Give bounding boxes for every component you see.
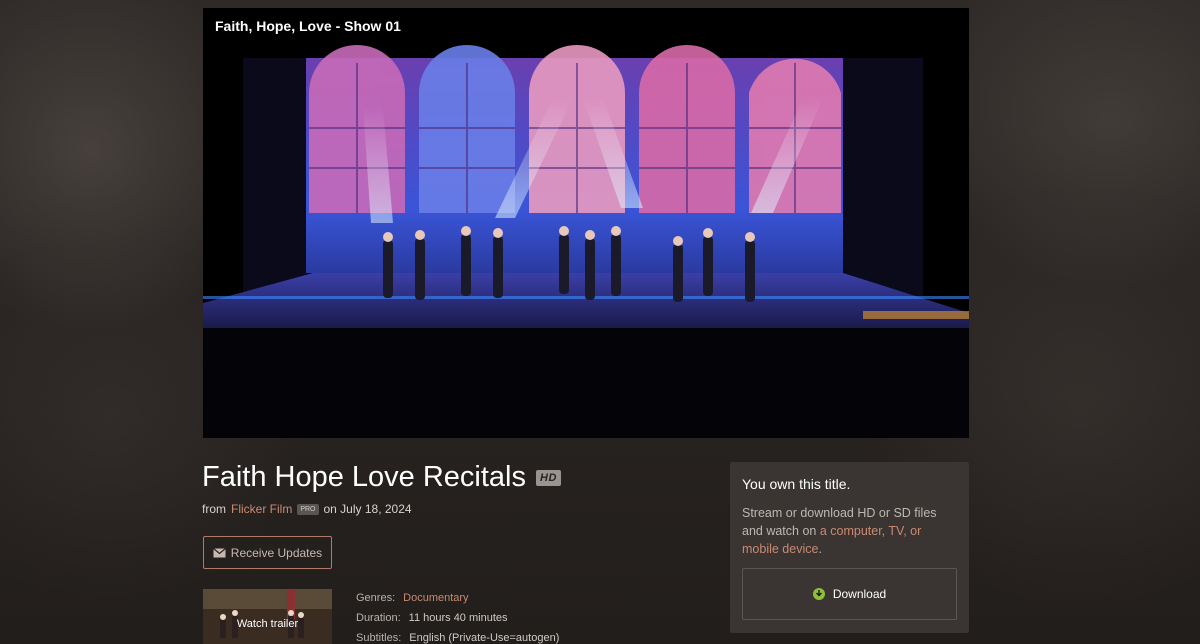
creator-link[interactable]: Flicker Film xyxy=(231,502,292,516)
receive-updates-button[interactable]: Receive Updates xyxy=(203,536,332,569)
download-button[interactable]: Download xyxy=(742,568,957,620)
download-icon xyxy=(812,588,825,600)
subtitles-value: English (Private-Use=autogen) xyxy=(409,632,560,644)
duration-value: 11 hours 40 minutes xyxy=(408,612,508,624)
watch-trailer-label: Watch trailer xyxy=(236,618,299,630)
hd-badge: HD xyxy=(536,469,561,486)
video-player[interactable]: Faith, Hope, Love - Show 01 xyxy=(203,8,969,438)
film-title: Faith Hope Love Recitals xyxy=(202,461,526,493)
byline: from Flicker Film PRO on July 18, 2024 xyxy=(202,502,412,516)
ownership-panel: You own this title. Stream or download H… xyxy=(730,462,969,633)
ownership-heading: You own this title. xyxy=(742,476,851,492)
subtitles-row: Subtitles: English (Private-Use=autogen) xyxy=(356,628,559,644)
release-date: on July 18, 2024 xyxy=(323,502,412,516)
envelope-icon xyxy=(212,547,226,557)
video-frame xyxy=(203,8,969,438)
video-title: Faith, Hope, Love - Show 01 xyxy=(215,18,401,34)
trailer-image xyxy=(203,589,332,644)
film-metadata: Genres: Documentary Duration: 11 hours 40 … xyxy=(356,588,559,644)
genres-row: Genres: Documentary xyxy=(356,588,559,608)
duration-row: Duration: 11 hours 40 minutes xyxy=(356,608,559,628)
ownership-description: Stream or download HD or SD files and wa… xyxy=(742,504,957,558)
page-title: Faith Hope Love Recitals HD xyxy=(202,461,561,494)
genres-label: Genres: xyxy=(356,592,396,604)
genre-link[interactable]: Documentary xyxy=(403,592,468,604)
watch-trailer-thumbnail[interactable]: Watch trailer xyxy=(203,589,332,644)
pro-badge: PRO xyxy=(297,503,319,515)
receive-updates-label: Receive Updates xyxy=(230,545,323,560)
ownership-desc-end: . xyxy=(818,542,822,556)
subtitles-label: Subtitles: xyxy=(356,632,402,644)
from-label: from xyxy=(202,502,226,516)
duration-label: Duration: xyxy=(356,612,401,624)
download-label: Download xyxy=(832,587,887,601)
